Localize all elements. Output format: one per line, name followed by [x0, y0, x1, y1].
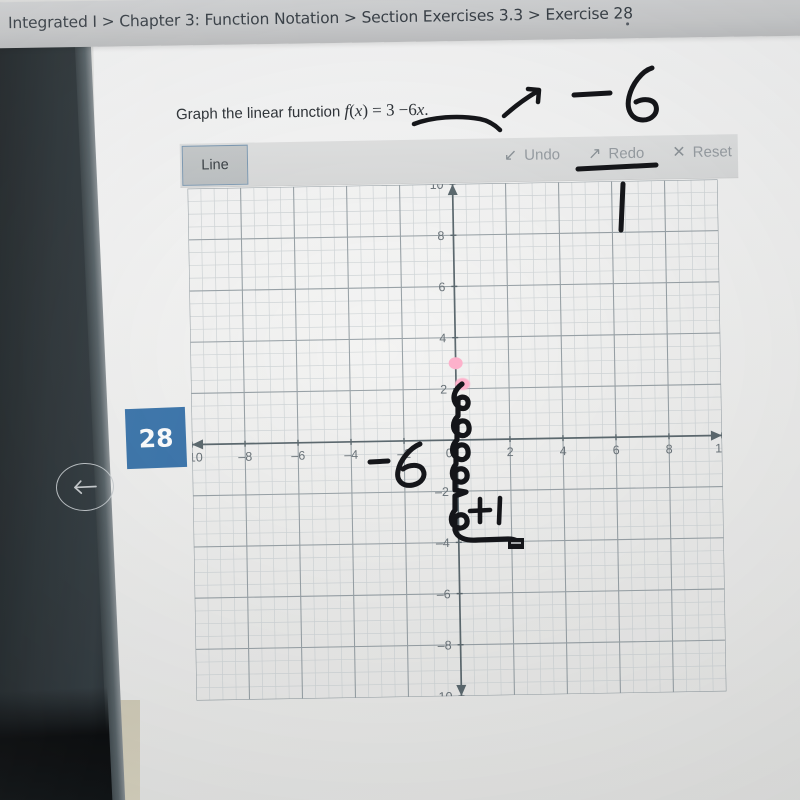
toolbar-actions: ↙ Undo ↗ Redo ✕ Reset: [504, 143, 732, 164]
x-axis-arrow-right: [710, 430, 722, 441]
screenshot-root: Graph the linear function f(x) = 3 −6x. …: [0, 0, 800, 800]
reset-label: Reset: [692, 143, 733, 161]
bezel-shadow: [0, 686, 113, 800]
y-tick-label: –6: [437, 587, 451, 601]
equals-sign: =: [372, 100, 382, 120]
reset-button[interactable]: ✕ Reset: [672, 143, 732, 161]
x-tick-label: 2: [507, 445, 514, 459]
breadcrumb-trailing-dot: [626, 22, 630, 26]
breadcrumb[interactable]: Integrated I > Chapter 3: Function Notat…: [8, 4, 633, 32]
rhs-constant: 3: [385, 100, 395, 120]
x-tick-label: –4: [344, 448, 358, 462]
close-x-icon: ✕: [672, 143, 686, 161]
paren-close: ): [362, 100, 369, 120]
origin-label: 0: [446, 446, 453, 460]
coordinate-grid-svg[interactable]: –10 –8 –6 –4 –2 2 4 6 8 10108642–2–4–6–8–100: [187, 179, 727, 701]
data-point[interactable]: [448, 357, 463, 370]
plotted-point[interactable]: [455, 378, 470, 390]
prompt-text: Graph the linear function: [175, 103, 345, 124]
y-tick-label: –2: [435, 485, 449, 499]
graph-canvas-container[interactable]: –10 –8 –6 –4 –2 2 4 6 8 10 10 8 6 4 2 –2 –4 –6 –8 –10 0: [187, 179, 727, 701]
y-tick-label: 2: [440, 382, 447, 396]
x-tick-label: –6: [291, 449, 305, 463]
y-tick-label: –8: [438, 638, 452, 652]
exercise-number-badge: 28: [124, 406, 188, 470]
x-tick-label: 8: [666, 442, 673, 456]
coordinate-grid[interactable]: –10 –8 –6 –4 –2 2 4 6 8 10 10 8 6 4 2 –2 –4 –6 –8 –10 0: [187, 179, 727, 701]
x-tick-label: 6: [613, 443, 620, 457]
redo-button[interactable]: ↗ Redo: [588, 145, 645, 163]
undo-label: Undo: [524, 146, 561, 164]
x-axis-arrow-left: [192, 439, 204, 450]
y-axis-arrow-up: [447, 184, 458, 196]
y-tick-label: 6: [438, 280, 445, 294]
tool-line-button[interactable]: Line: [181, 144, 249, 186]
undo-button[interactable]: ↙ Undo: [504, 146, 561, 164]
rhs-coefficient: 6: [408, 100, 417, 120]
y-tick-label: 4: [439, 331, 446, 345]
redo-arrow-icon: ↗: [587, 145, 602, 163]
y-tick-label: 8: [437, 229, 444, 243]
x-tick-label: –8: [238, 450, 252, 464]
prompt-period: .: [424, 99, 429, 119]
back-arrow-icon: [74, 480, 97, 495]
x-tick-label: –2: [397, 447, 411, 461]
undo-arrow-icon: ↙: [503, 146, 518, 164]
x-tick-label: 4: [560, 444, 567, 458]
y-tick-label: –4: [436, 536, 450, 550]
redo-label: Redo: [608, 144, 645, 163]
y-axis-arrow-down: [456, 684, 467, 696]
